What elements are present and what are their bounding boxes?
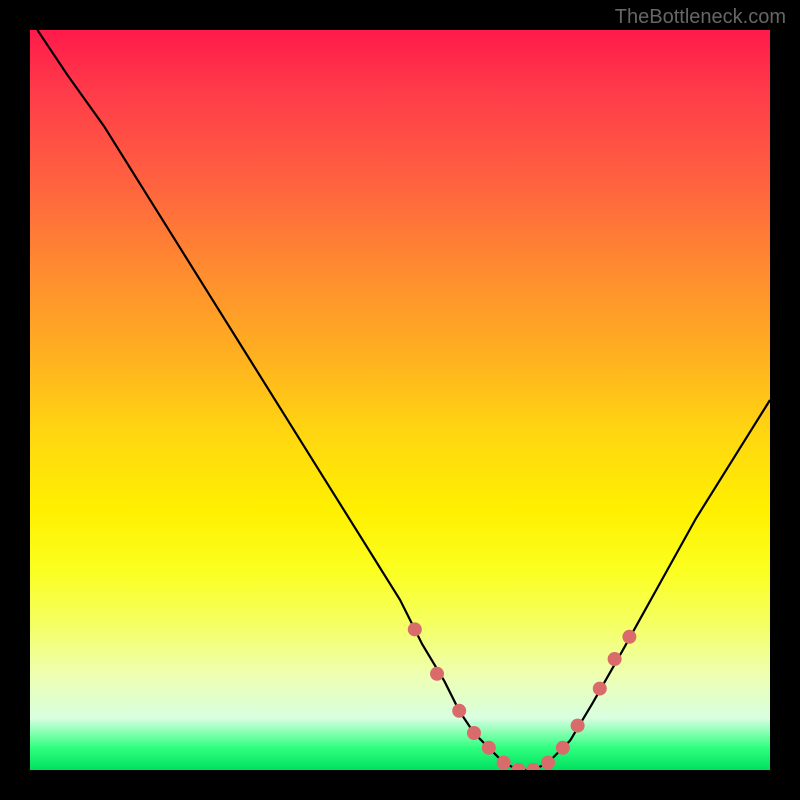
marker-point xyxy=(556,741,570,755)
marker-point xyxy=(593,682,607,696)
marker-point xyxy=(482,741,496,755)
marker-point xyxy=(511,763,525,770)
watermark-text: TheBottleneck.com xyxy=(615,6,786,29)
marker-point xyxy=(408,622,422,636)
marker-point xyxy=(622,630,636,644)
marker-point xyxy=(608,652,622,666)
bottleneck-curve xyxy=(37,30,770,770)
marker-point xyxy=(467,726,481,740)
chart-svg xyxy=(30,30,770,770)
marker-point xyxy=(430,667,444,681)
highlight-markers xyxy=(408,622,637,770)
marker-point xyxy=(452,704,466,718)
marker-point xyxy=(497,756,511,770)
plot-area xyxy=(30,30,770,770)
marker-point xyxy=(571,719,585,733)
marker-point xyxy=(541,756,555,770)
marker-point xyxy=(526,763,540,770)
